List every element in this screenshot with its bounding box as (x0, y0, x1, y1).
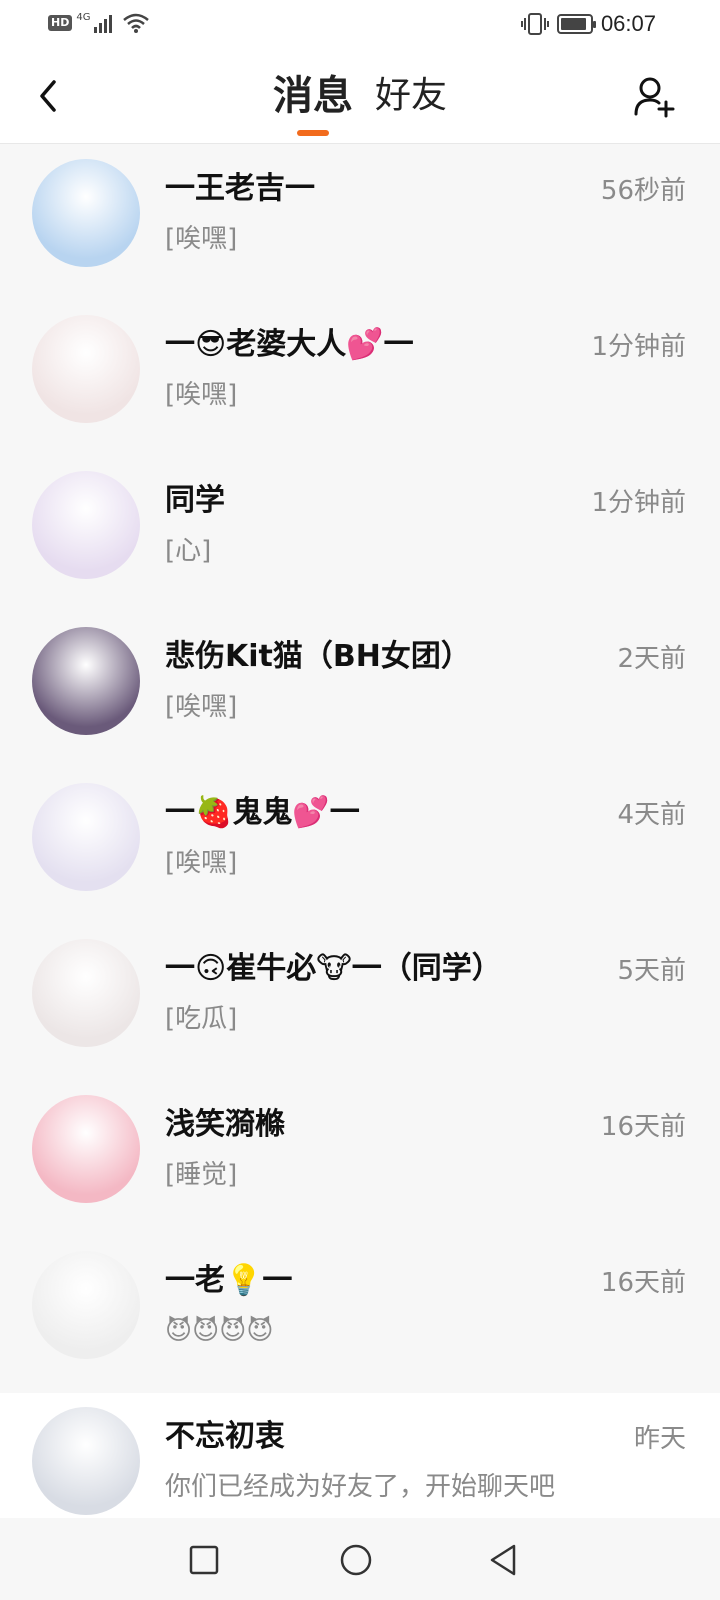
avatar[interactable] (32, 471, 140, 579)
network-type: 4G (76, 11, 91, 23)
conversation-item[interactable]: 悲伤Kit猫（BH女团） [唉嘿] 2天前 (0, 613, 720, 769)
tabs: 消息 好友 (0, 68, 720, 136)
message-time: 2天前 (617, 644, 686, 674)
message-preview: [吃瓜] (165, 1004, 238, 1034)
message-time: 1分钟前 (591, 488, 686, 518)
recents-button[interactable] (182, 1538, 226, 1582)
status-right: 06:07 (520, 11, 656, 37)
message-preview: 你们已经成为好友了，开始聊天吧 (165, 1472, 556, 1502)
conversation-item[interactable]: 一老💡一 😈😈😈😈 16天前 (0, 1237, 720, 1393)
avatar[interactable] (32, 1251, 140, 1359)
contact-name: 一王老吉一 (165, 171, 315, 206)
status-time: 06:07 (600, 11, 656, 36)
message-time: 16天前 (600, 1112, 686, 1142)
message-time: 16天前 (600, 1268, 686, 1298)
avatar[interactable] (32, 1095, 140, 1203)
wifi-icon (123, 13, 150, 33)
message-time: 昨天 (633, 1424, 686, 1454)
header: 消息 好友 (0, 48, 720, 144)
message-preview: [唉嘿] (165, 848, 238, 878)
battery-fill (560, 18, 586, 30)
contact-name: 一老💡一 (165, 1263, 293, 1298)
conversation-item[interactable]: 一😎老婆大人💕一 [唉嘿] 1分钟前 (0, 301, 720, 457)
tab-messages[interactable]: 消息 (272, 68, 353, 136)
avatar[interactable] (32, 315, 140, 423)
message-time: 4天前 (617, 800, 686, 830)
contact-name: 同学 (165, 483, 225, 518)
message-preview: [睡觉] (165, 1160, 238, 1190)
message-preview: [唉嘿] (165, 224, 238, 254)
tab-messages-label: 消息 (272, 73, 353, 119)
avatar[interactable] (32, 1407, 140, 1515)
conversation-item[interactable]: 一🍓鬼鬼💕一 [唉嘿] 4天前 (0, 769, 720, 925)
battery-icon (556, 14, 596, 34)
message-time: 56秒前 (600, 176, 686, 206)
avatar[interactable] (32, 939, 140, 1047)
conversation-item[interactable]: 浅笑漪樤 [睡觉] 16天前 (0, 1081, 720, 1237)
nav-bar (0, 1518, 720, 1600)
add-friend-button[interactable] (628, 70, 680, 122)
square-icon (189, 1545, 219, 1575)
signal-icon (94, 15, 113, 33)
contact-name: 浅笑漪樤 (165, 1107, 285, 1142)
tab-indicator (296, 130, 329, 136)
add-friend-icon (634, 77, 675, 118)
circle-icon (340, 1544, 372, 1576)
hd-icon: HD (48, 15, 73, 31)
conversation-item[interactable]: 同学 [心] 1分钟前 (0, 457, 720, 613)
status-left: HD 4G (48, 12, 150, 34)
contact-name: 悲伤Kit猫（BH女团） (165, 639, 471, 674)
conversation-item[interactable]: 一王老吉一 [唉嘿] 56秒前 (0, 145, 720, 301)
contact-name: 一🙃崔牛必🐮一（同学） (165, 951, 502, 986)
contact-name: 一😎老婆大人💕一 (165, 327, 414, 362)
message-time: 1分钟前 (591, 332, 686, 362)
tab-friends-label: 好友 (374, 75, 447, 116)
message-preview: [唉嘿] (165, 692, 238, 722)
conversation-list: 一王老吉一 [唉嘿] 56秒前 一😎老婆大人💕一 [唉嘿] 1分钟前 同学 [心] 1分钟前 悲伤… (0, 145, 720, 1549)
avatar[interactable] (32, 627, 140, 735)
contact-name: 不忘初衷 (165, 1419, 285, 1454)
message-preview: [唉嘿] (165, 380, 238, 410)
message-preview: [心] (165, 536, 212, 566)
back-nav-button[interactable] (482, 1538, 526, 1582)
avatar[interactable] (32, 783, 140, 891)
contact-name: 一🍓鬼鬼💕一 (165, 795, 360, 830)
status-bar: HD 4G 06:07 (0, 0, 720, 48)
message-time: 5天前 (617, 956, 686, 986)
avatar[interactable] (32, 159, 140, 267)
triangle-back-icon (490, 1544, 516, 1576)
tab-friends[interactable]: 好友 (375, 68, 447, 124)
message-preview: 😈😈😈😈 (165, 1316, 274, 1346)
home-button[interactable] (334, 1538, 378, 1582)
conversation-item[interactable]: 一🙃崔牛必🐮一（同学） [吃瓜] 5天前 (0, 925, 720, 1081)
vibrate-icon (520, 13, 549, 35)
